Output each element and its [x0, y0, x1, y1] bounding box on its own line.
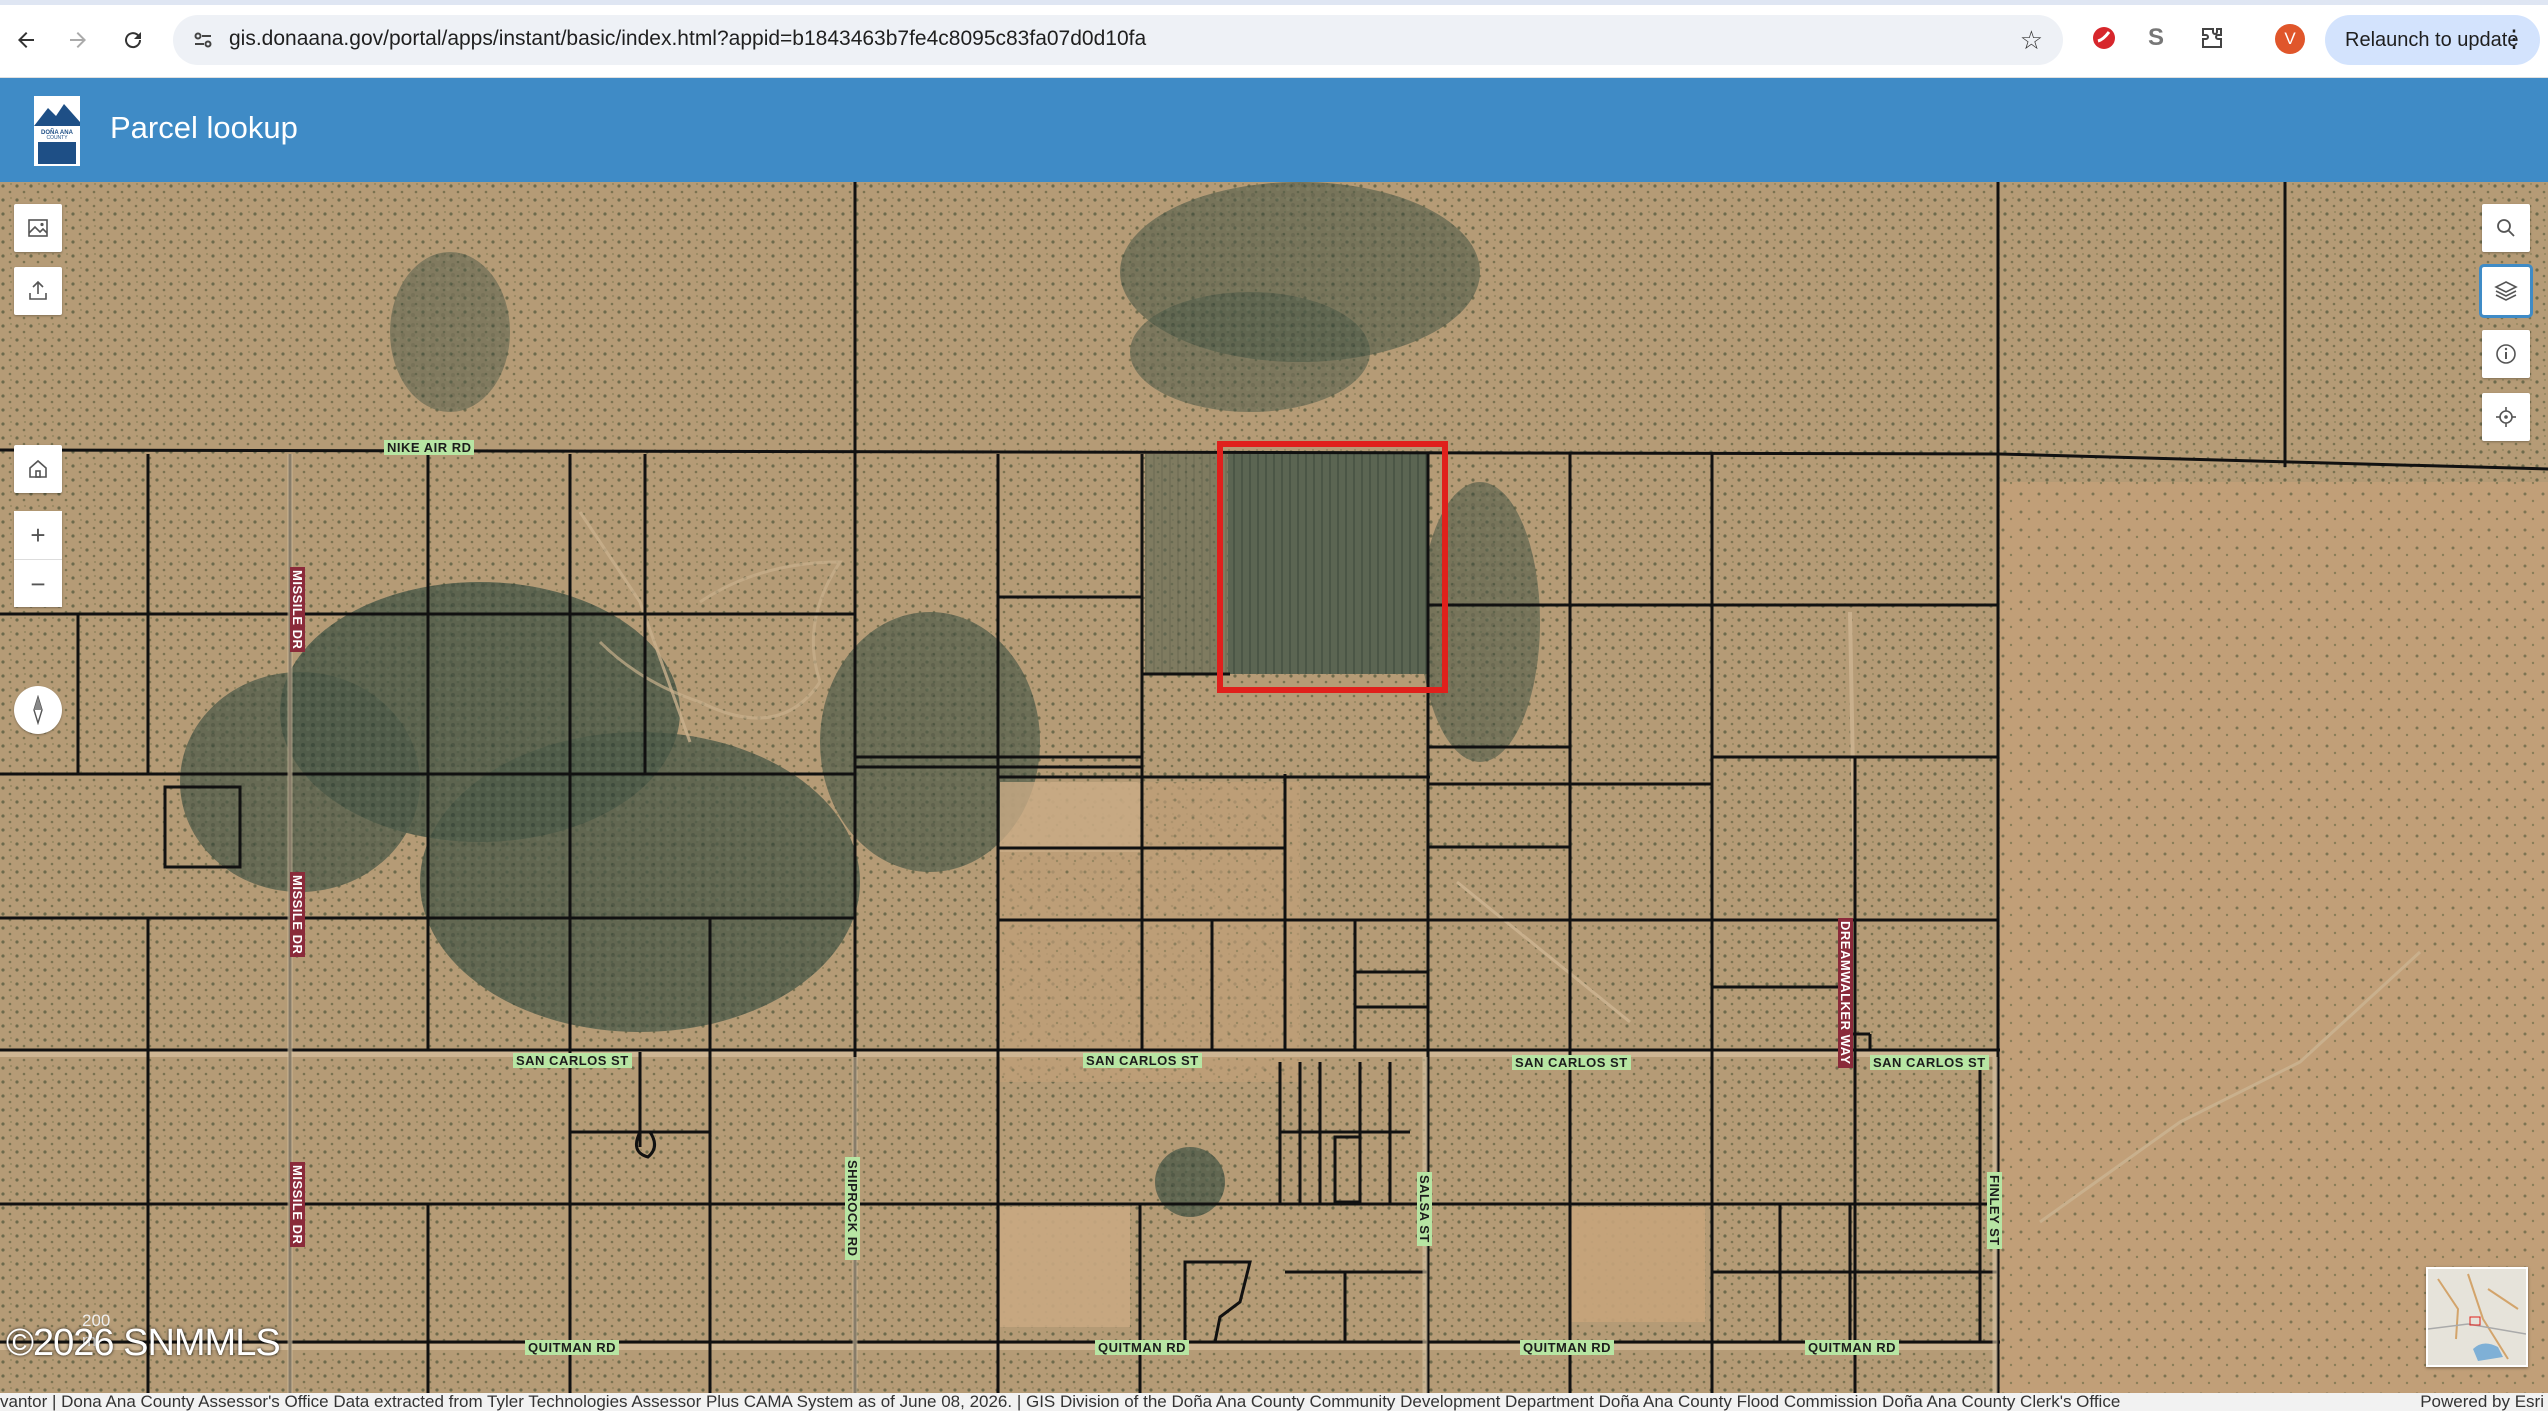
extension-red-icon[interactable]	[2088, 22, 2120, 54]
map-view[interactable]: NIKE AIR RD MISSILE DR MISSILE DR MISSIL…	[0, 182, 2548, 1393]
street-label: SAN CARLOS ST	[1083, 1053, 1202, 1068]
svg-text:COUNTY: COUNTY	[46, 135, 68, 141]
extension-s-icon[interactable]: S	[2140, 22, 2172, 54]
search-icon[interactable]	[2482, 204, 2530, 252]
share-icon[interactable]	[14, 267, 62, 315]
zoom-controls: + −	[14, 511, 62, 607]
county-logo: DOÑA ANA COUNTY	[34, 96, 80, 166]
layers-icon[interactable]	[2479, 264, 2533, 318]
street-label: DREAMWALKER WAY	[1838, 918, 1853, 1068]
street-label: SAN CARLOS ST	[513, 1053, 632, 1068]
forward-icon[interactable]	[58, 20, 98, 60]
street-label: FINLEY ST	[1987, 1172, 2002, 1249]
url-text[interactable]: gis.donaana.gov/portal/apps/instant/basi…	[229, 27, 1146, 51]
zoom-out-button[interactable]: −	[14, 560, 62, 608]
street-label: SAN CARLOS ST	[1870, 1055, 1989, 1070]
address-bar[interactable]: gis.donaana.gov/portal/apps/instant/basi…	[173, 15, 2063, 65]
profile-avatar[interactable]: V	[2275, 24, 2305, 54]
street-label: SAN CARLOS ST	[1512, 1055, 1631, 1070]
reload-icon[interactable]	[113, 20, 153, 60]
menu-icon[interactable]: ⋮	[2502, 25, 2526, 54]
compass-icon[interactable]	[14, 686, 62, 734]
site-info-icon[interactable]	[191, 28, 215, 52]
powered-by-link[interactable]: Powered by Esri	[2412, 1393, 2544, 1411]
back-icon[interactable]	[6, 20, 46, 60]
relaunch-label: Relaunch to update	[2345, 28, 2519, 51]
street-label: MISSILE DR	[290, 567, 305, 653]
zoom-in-button[interactable]: +	[14, 511, 62, 559]
page-title: Parcel lookup	[110, 110, 298, 145]
home-icon[interactable]	[14, 445, 62, 493]
locate-icon[interactable]	[2482, 393, 2530, 441]
basemap-gallery-icon[interactable]	[14, 204, 62, 252]
browser-toolbar: gis.donaana.gov/portal/apps/instant/basi…	[0, 0, 2548, 78]
aerial-imagery	[0, 182, 2548, 1393]
street-label: SALSA ST	[1417, 1172, 1432, 1246]
extensions-icon[interactable]	[2196, 22, 2228, 54]
attribution-bar: vantor | Dona Ana County Assessor's Offi…	[0, 1393, 2548, 1411]
overview-map[interactable]	[2426, 1267, 2528, 1367]
info-icon[interactable]	[2482, 330, 2530, 378]
attribution-text: vantor | Dona Ana County Assessor's Offi…	[0, 1393, 2121, 1411]
street-label: QUITMAN RD	[525, 1340, 620, 1355]
star-icon[interactable]: ☆	[2020, 25, 2043, 56]
app-header: DOÑA ANA COUNTY Parcel lookup	[0, 78, 2548, 182]
street-label: QUITMAN RD	[1520, 1340, 1615, 1355]
street-label: MISSILE DR	[290, 1162, 305, 1248]
street-label: MISSILE DR	[290, 872, 305, 958]
tab-strip	[0, 0, 2548, 5]
street-label: SHIPROCK RD	[845, 1157, 860, 1260]
relaunch-button[interactable]: Relaunch to update ⋮	[2325, 15, 2540, 65]
watermark: ©2026 SNMMLS	[6, 1322, 281, 1364]
street-label: NIKE AIR RD	[384, 440, 475, 455]
street-label: QUITMAN RD	[1095, 1340, 1190, 1355]
street-label: QUITMAN RD	[1805, 1340, 1900, 1355]
